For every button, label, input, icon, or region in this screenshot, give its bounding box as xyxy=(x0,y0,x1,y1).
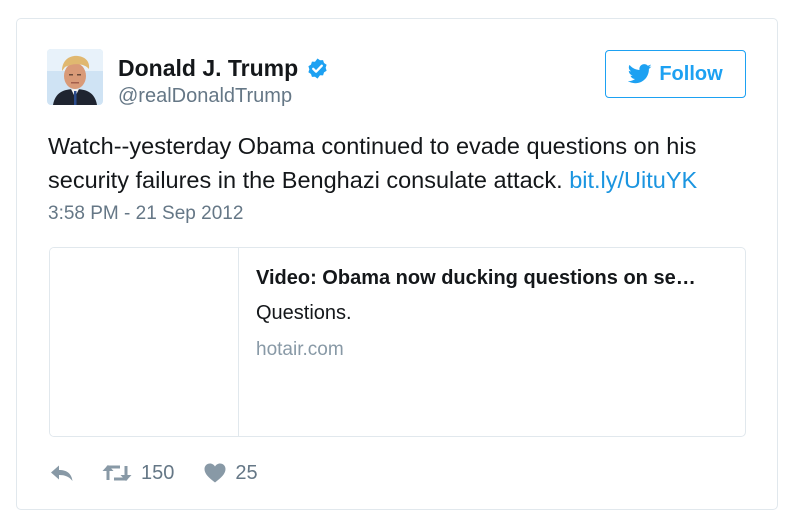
card-domain: hotair.com xyxy=(256,339,344,360)
retweet-count: 150 xyxy=(141,461,175,484)
tweet-actions: 150 25 xyxy=(50,460,258,486)
card-thumbnail xyxy=(50,248,239,436)
tweet-text: Watch--yesterday Obama continued to evad… xyxy=(48,129,748,197)
like-button[interactable]: 25 xyxy=(204,461,258,485)
follow-button[interactable]: Follow xyxy=(605,50,746,98)
heart-icon xyxy=(204,463,226,483)
card-title: Video: Obama now ducking questions on se… xyxy=(256,267,696,289)
author-avatar[interactable] xyxy=(47,49,103,105)
like-count: 25 xyxy=(235,461,258,484)
author-name-row[interactable]: Donald J. Trump xyxy=(118,55,329,82)
card-description: Questions. xyxy=(256,302,352,324)
tweet-timestamp[interactable]: 3:58 PM - 21 Sep 2012 xyxy=(48,203,243,225)
retweet-icon xyxy=(102,465,132,481)
reply-button[interactable] xyxy=(50,464,74,482)
twitter-bird-icon xyxy=(628,64,652,84)
link-preview-card[interactable]: Video: Obama now ducking questions on se… xyxy=(49,247,746,437)
follow-label: Follow xyxy=(659,62,723,85)
reply-icon xyxy=(51,465,73,481)
retweet-button[interactable]: 150 xyxy=(102,462,174,485)
author-name[interactable]: Donald J. Trump xyxy=(118,55,298,82)
tweet-card: Donald J. Trump @realDonaldTrump Follow … xyxy=(16,18,778,510)
avatar-image xyxy=(47,49,103,105)
verified-badge-icon xyxy=(308,58,327,79)
author-handle[interactable]: @realDonaldTrump xyxy=(118,85,292,108)
tweet-link[interactable]: bit.ly/UituYK xyxy=(569,167,697,193)
